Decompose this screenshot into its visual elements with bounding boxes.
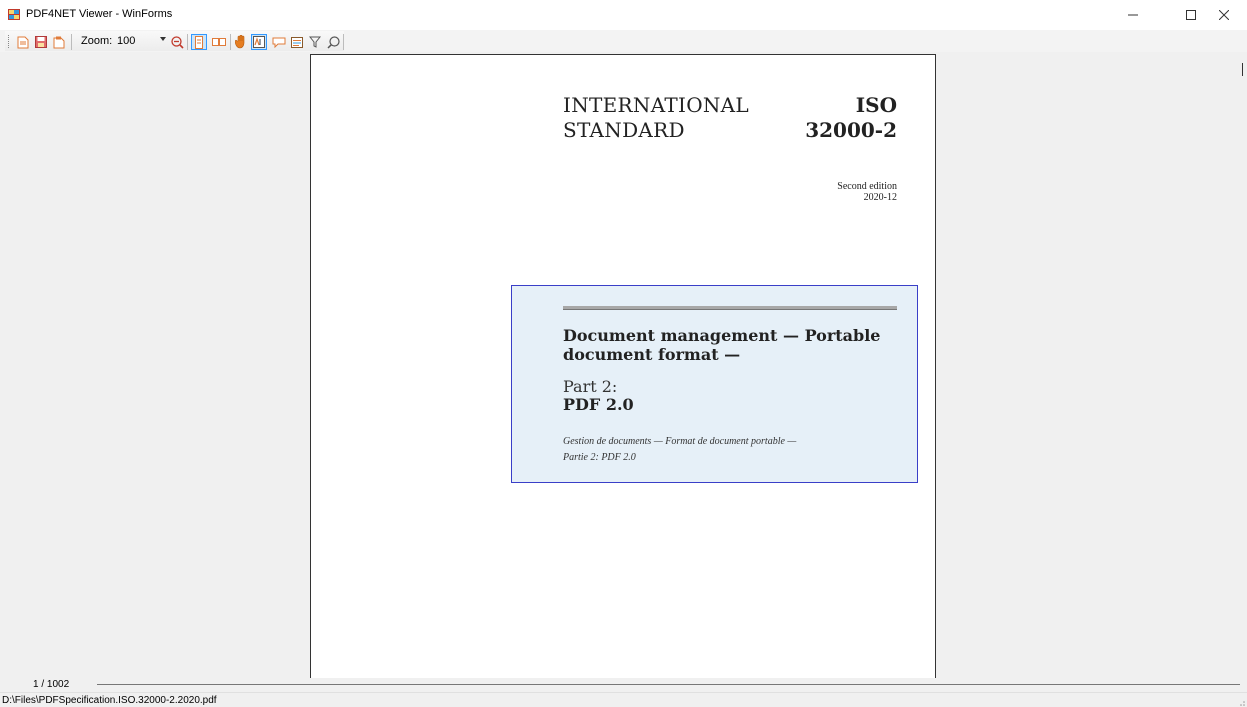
search-button[interactable] — [325, 34, 341, 50]
document-viewer[interactable]: INTERNATIONAL STANDARD ISO 32000-2 Secon… — [0, 52, 1247, 678]
pdf-page[interactable]: INTERNATIONAL STANDARD ISO 32000-2 Secon… — [310, 54, 936, 678]
open-folder-button[interactable] — [51, 34, 67, 50]
toolbar-strip: Zoom: 100 — [5, 31, 344, 51]
toolbar-separator — [187, 34, 188, 50]
pan-hand-icon — [235, 35, 245, 49]
status-bar: D:\Files\PDFSpecification.ISO.32000-2.20… — [0, 692, 1247, 707]
vertical-scrollbar-marker[interactable] — [1242, 63, 1243, 76]
french-title-line2: Partie 2: PDF 2.0 — [563, 452, 636, 463]
form-button[interactable] — [289, 34, 305, 50]
pan-tool-button[interactable] — [233, 34, 249, 50]
comment-button[interactable] — [271, 34, 287, 50]
single-page-icon — [195, 35, 203, 49]
document-main-title: Document management — Portable document … — [563, 326, 903, 364]
zoom-combobox[interactable]: 100 — [115, 33, 167, 50]
open-folder-icon — [53, 36, 65, 48]
window-title: PDF4NET Viewer - WinForms — [26, 8, 173, 20]
zoom-label: Zoom: — [81, 35, 113, 47]
part-label: Part 2: — [563, 377, 618, 396]
standard-type-line1: INTERNATIONAL — [563, 93, 750, 117]
standard-type: INTERNATIONAL STANDARD — [563, 93, 749, 143]
standard-number-line1: ISO — [855, 93, 897, 117]
open-file-button[interactable] — [15, 34, 31, 50]
toolbar-grip[interactable] — [8, 35, 11, 48]
main-title-line2: document format — — [563, 345, 741, 364]
document-title-box: Document management — Portable document … — [511, 285, 918, 483]
page-slider[interactable] — [97, 684, 1240, 685]
french-title-line1: Gestion de documents — Format de documen… — [563, 436, 797, 447]
single-page-button[interactable] — [191, 34, 207, 50]
standard-number: ISO 32000-2 — [805, 93, 897, 143]
zoom-out-button[interactable] — [169, 34, 185, 50]
edition-date: 2020-12 — [863, 192, 897, 203]
save-button[interactable] — [33, 34, 49, 50]
edition-info: Second edition 2020-12 — [837, 181, 897, 203]
zoom-out-icon — [170, 35, 184, 49]
comment-icon — [272, 37, 286, 48]
text-select-button[interactable] — [251, 34, 267, 50]
toolbar-separator — [230, 34, 231, 50]
toolbar: Zoom: 100 — [0, 30, 1247, 52]
text-select-icon — [253, 36, 265, 48]
minimize-button[interactable] — [1110, 0, 1156, 30]
save-icon — [35, 36, 47, 48]
continuous-pages-button[interactable] — [211, 34, 227, 50]
filter-icon — [309, 36, 321, 48]
standard-type-line2: STANDARD — [563, 118, 685, 142]
page-navigation-bar: 1 / 1002 — [0, 678, 1247, 692]
resize-grip-icon[interactable] — [1239, 700, 1245, 706]
file-path: D:\Files\PDFSpecification.ISO.32000-2.20… — [2, 695, 217, 706]
app-window: PDF4NET Viewer - WinForms Zoom: 100 INTE… — [0, 0, 1247, 707]
open-file-icon — [17, 36, 29, 48]
zoom-value: 100 — [117, 35, 136, 47]
maximize-icon — [1186, 10, 1196, 20]
page-counter: 1 / 1002 — [33, 679, 70, 690]
continuous-pages-icon — [212, 38, 226, 46]
title-rule — [563, 306, 897, 310]
title-bar: PDF4NET Viewer - WinForms — [0, 0, 1247, 30]
main-title-line1: Document management — Portable — [563, 326, 881, 345]
close-icon — [1219, 10, 1229, 20]
close-button[interactable] — [1201, 0, 1247, 30]
form-icon — [291, 36, 303, 48]
standard-number-line2: 32000-2 — [805, 118, 897, 142]
filter-button[interactable] — [307, 34, 323, 50]
app-icon — [8, 9, 20, 20]
search-icon — [326, 35, 340, 49]
chevron-down-icon[interactable] — [160, 37, 166, 41]
edition-label: Second edition — [837, 181, 897, 192]
toolbar-separator — [71, 34, 72, 50]
toolbar-separator — [343, 34, 344, 50]
part-title: PDF 2.0 — [563, 395, 634, 414]
minimize-icon — [1128, 14, 1138, 16]
